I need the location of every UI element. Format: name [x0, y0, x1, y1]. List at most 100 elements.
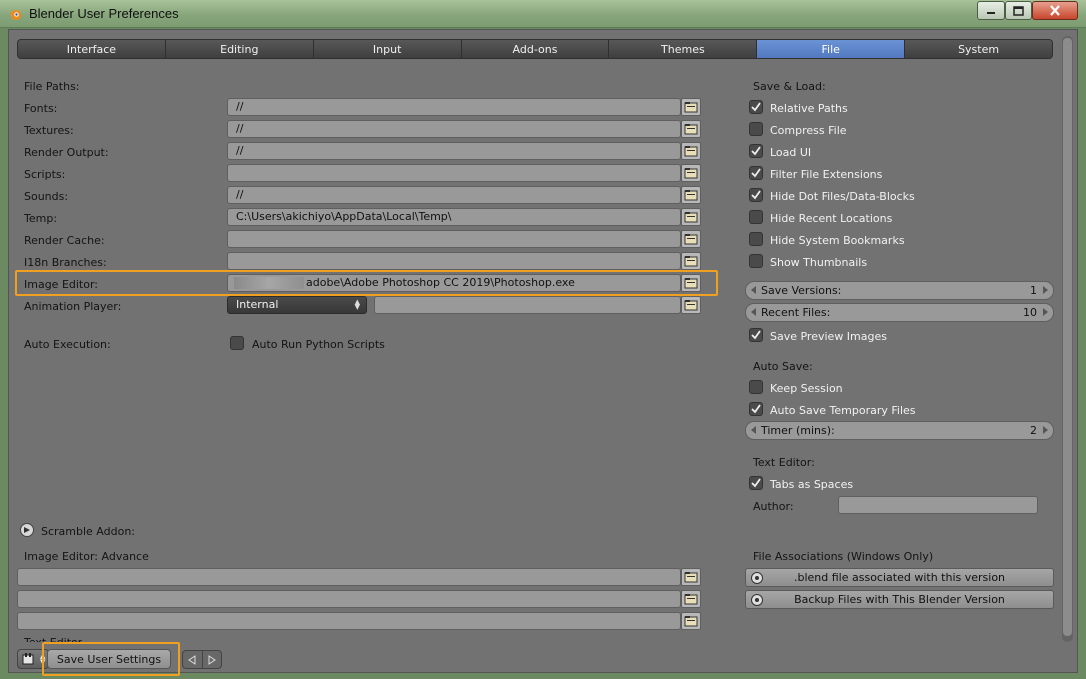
nav-left-button[interactable]: [183, 651, 203, 668]
decrement-arrow-icon[interactable]: [751, 308, 756, 316]
folder-icon: [684, 572, 698, 583]
i18n-branches-path-field[interactable]: [227, 252, 681, 270]
fonts-browse-button[interactable]: [681, 98, 701, 116]
text-editor-heading: Text Editor:: [753, 456, 815, 469]
advance-browse-button-1[interactable]: [681, 568, 701, 586]
animation-player-dropdown[interactable]: Internal ▲ ▼: [227, 296, 367, 314]
minimize-button[interactable]: [977, 1, 1005, 20]
tab-file[interactable]: File: [757, 40, 906, 58]
hide-system-bookmarks-checkbox[interactable]: [749, 232, 763, 246]
folder-icon: [684, 234, 698, 245]
fonts-label: Fonts:: [24, 102, 58, 115]
textures-path-field[interactable]: //: [227, 120, 681, 138]
scrollbar-thumb[interactable]: [1063, 38, 1072, 636]
maximize-button[interactable]: [1005, 1, 1032, 20]
auto-save-temp-checkbox[interactable]: [749, 402, 763, 416]
render-cache-browse-button[interactable]: [681, 230, 701, 248]
auto-run-python-checkbox[interactable]: [230, 336, 244, 350]
advance-field-1[interactable]: [17, 568, 681, 586]
backup-files-button[interactable]: Backup Files with This Blender Version: [745, 590, 1054, 609]
scripts-path-field[interactable]: [227, 164, 681, 182]
preferences-panel: Interface Editing Input Add-ons Themes F…: [8, 29, 1078, 676]
decrement-arrow-icon[interactable]: [751, 426, 756, 434]
sounds-browse-button[interactable]: [681, 186, 701, 204]
hide-recent-locations-label: Hide Recent Locations: [770, 212, 893, 225]
hide-recent-locations-checkbox[interactable]: [749, 210, 763, 224]
checkmark-icon: [751, 404, 761, 414]
tabs-as-spaces-label: Tabs as Spaces: [770, 478, 854, 491]
file-paths-heading: File Paths:: [24, 80, 80, 93]
save-versions-label: Save Versions:: [761, 284, 842, 297]
render-cache-path-field[interactable]: [227, 230, 681, 248]
header-nav-arrows: [182, 650, 222, 669]
textures-browse-button[interactable]: [681, 120, 701, 138]
advance-browse-button-3[interactable]: [681, 612, 701, 630]
author-field[interactable]: [838, 496, 1038, 514]
render-output-label: Render Output:: [24, 146, 109, 159]
tab-editing[interactable]: Editing: [165, 40, 314, 58]
tabs-as-spaces-checkbox[interactable]: [749, 476, 763, 490]
sounds-label: Sounds:: [24, 190, 69, 203]
tab-addons[interactable]: Add-ons: [461, 40, 610, 58]
i18n-branches-label: I18n Branches:: [24, 256, 107, 269]
scripts-browse-button[interactable]: [681, 164, 701, 182]
sounds-path-field[interactable]: //: [227, 186, 681, 204]
temp-browse-button[interactable]: [681, 208, 701, 226]
keep-session-label: Keep Session: [770, 382, 843, 395]
associate-blend-label: .blend file associated with this version: [793, 571, 1006, 584]
vertical-scrollbar[interactable]: [1062, 36, 1073, 642]
temp-path-field[interactable]: C:\Users\akichiyo\AppData\Local\Temp\: [227, 208, 681, 226]
compress-file-checkbox[interactable]: [749, 122, 763, 136]
scramble-addon-label: Scramble Addon:: [41, 525, 136, 538]
fonts-path-field[interactable]: //: [227, 98, 681, 116]
timer-slider[interactable]: Timer (mins): 2: [745, 421, 1054, 440]
close-icon: [1050, 5, 1060, 16]
associate-blend-button[interactable]: .blend file associated with this version: [745, 568, 1054, 587]
render-output-path-field[interactable]: //: [227, 142, 681, 160]
save-load-heading: Save & Load:: [753, 80, 826, 93]
auto-execution-label: Auto Execution:: [24, 338, 111, 351]
checkmark-icon: [751, 478, 761, 488]
tab-input[interactable]: Input: [313, 40, 462, 58]
recent-files-slider[interactable]: Recent Files: 10: [745, 303, 1054, 322]
animation-player-path-field[interactable]: [374, 296, 681, 314]
increment-arrow-icon[interactable]: [1043, 426, 1048, 434]
checkmark-icon: [751, 102, 761, 112]
tab-themes[interactable]: Themes: [609, 40, 758, 58]
keep-session-checkbox[interactable]: [749, 380, 763, 394]
timer-value: 2: [1030, 424, 1037, 437]
save-versions-slider[interactable]: Save Versions: 1: [745, 281, 1054, 300]
advance-field-2[interactable]: [17, 590, 681, 608]
expand-toggle-icon[interactable]: [19, 522, 35, 538]
advance-browse-button-2[interactable]: [681, 590, 701, 608]
increment-arrow-icon[interactable]: [1043, 308, 1048, 316]
show-thumbnails-checkbox[interactable]: [749, 254, 763, 268]
load-ui-checkbox[interactable]: [749, 144, 763, 158]
gear-icon: [751, 594, 763, 606]
tab-system[interactable]: System: [905, 40, 1052, 58]
render-output-browse-button[interactable]: [681, 142, 701, 160]
advance-field-3[interactable]: [17, 612, 681, 630]
increment-arrow-icon[interactable]: [1043, 286, 1048, 294]
save-preview-images-checkbox[interactable]: [749, 328, 763, 342]
image-editor-advance-label: Image Editor: Advance: [24, 550, 149, 563]
decrement-arrow-icon[interactable]: [751, 286, 756, 294]
recent-files-label: Recent Files:: [761, 306, 831, 319]
auto-save-heading: Auto Save:: [753, 360, 813, 373]
nav-right-button[interactable]: [203, 651, 222, 668]
tab-interface[interactable]: Interface: [18, 40, 166, 58]
save-settings-highlight-box: [42, 642, 180, 676]
close-button[interactable]: [1032, 1, 1078, 20]
gear-icon: [751, 572, 763, 584]
i18n-branches-browse-button[interactable]: [681, 252, 701, 270]
folder-icon: [684, 124, 698, 135]
hide-dot-files-checkbox[interactable]: [749, 188, 763, 202]
folder-icon: [684, 146, 698, 157]
checkmark-icon: [751, 146, 761, 156]
relative-paths-checkbox[interactable]: [749, 100, 763, 114]
filter-file-extensions-checkbox[interactable]: [749, 166, 763, 180]
checkmark-icon: [751, 168, 761, 178]
hide-system-bookmarks-label: Hide System Bookmarks: [770, 234, 905, 247]
minimize-icon: [987, 11, 995, 14]
animation-player-browse-button[interactable]: [681, 296, 701, 314]
